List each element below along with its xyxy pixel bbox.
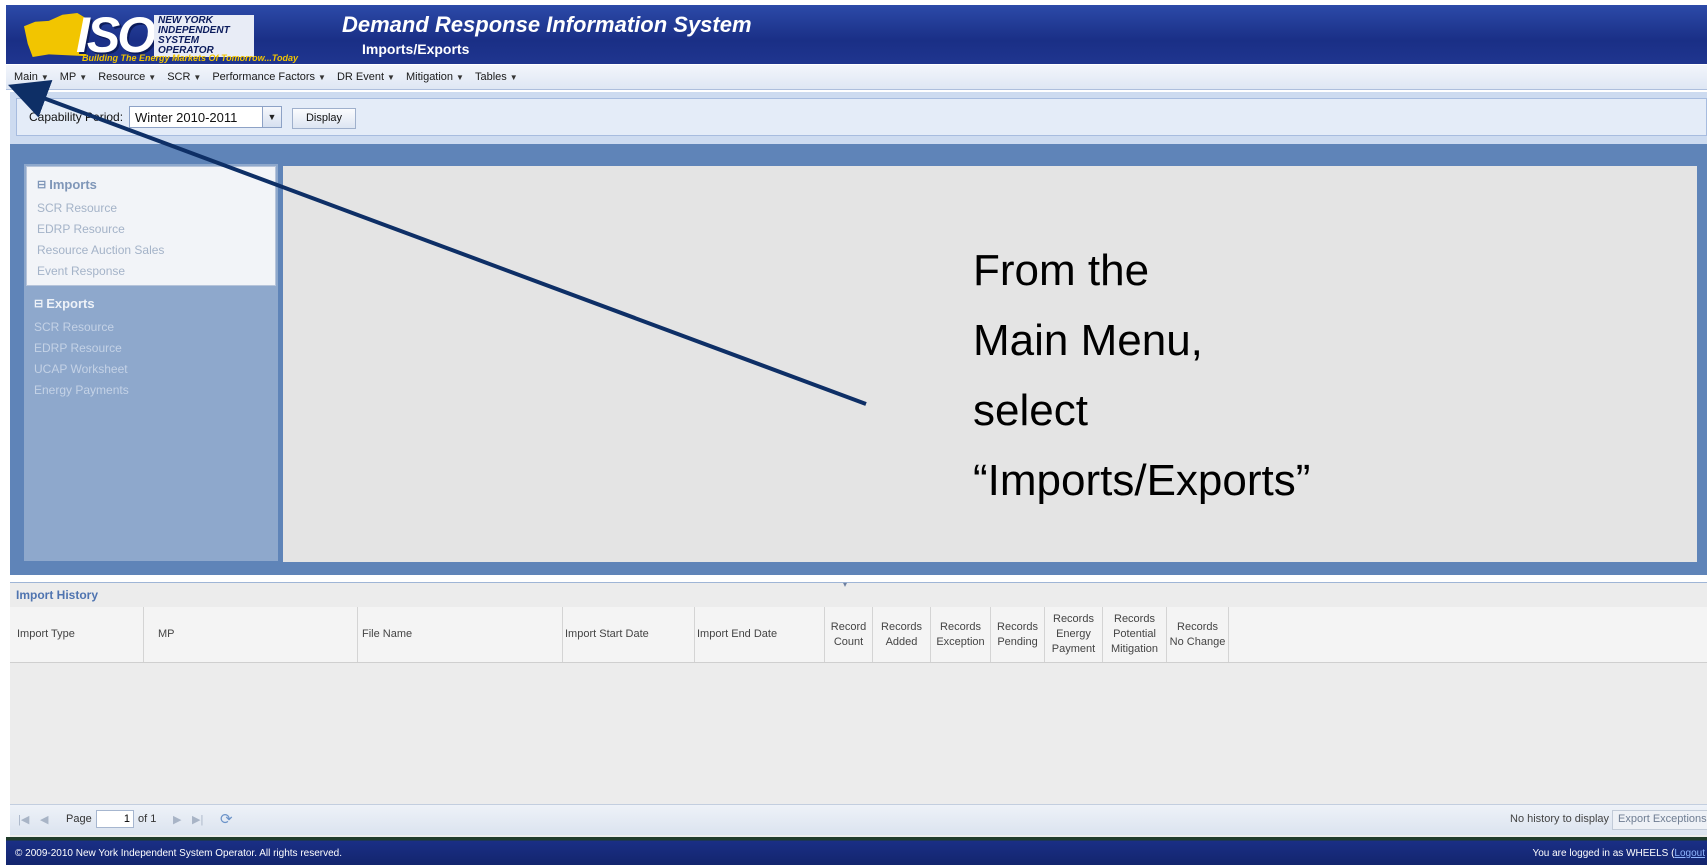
caret-down-icon: ▼ xyxy=(387,72,395,82)
exports-heading[interactable]: ⊟ Exports xyxy=(34,296,95,311)
toolbar-region: Capability Period: Winter 2010-2011 ▼ Di… xyxy=(10,92,1707,144)
caret-down-icon: ▼ xyxy=(509,72,518,82)
nav-imports-scr-resource[interactable]: SCR Resource xyxy=(37,201,117,215)
refresh-icon[interactable]: ⟳ xyxy=(220,810,233,828)
menu-main-label: Main xyxy=(14,71,38,83)
caret-down-icon: ▼ xyxy=(40,72,49,82)
menu-dr-event[interactable]: DR Event ▼ xyxy=(331,71,400,83)
col-record-count[interactable]: Record Count xyxy=(825,607,873,662)
menu-performance-factors-label: Performance Factors xyxy=(212,71,316,83)
main-menu-bar: Main ▼ MP ▼ Resource ▼ SCR ▼ Performance Fac… xyxy=(6,65,1707,90)
menu-tables[interactable]: Tables ▼ xyxy=(469,71,523,83)
footer: © 2009-2010 New York Independent System … xyxy=(6,837,1707,865)
next-page-icon[interactable]: ▶ xyxy=(173,813,181,826)
page-number-input[interactable] xyxy=(96,810,134,828)
nav-imports-resource-auction-sales[interactable]: Resource Auction Sales xyxy=(37,243,164,257)
menu-mitigation[interactable]: Mitigation ▼ xyxy=(400,71,469,83)
nyiso-logo: ISO NEW YORK INDEPENDENT SYSTEM OPERATOR… xyxy=(24,7,329,63)
grid-header: Import Type MP File Name Import Start Da… xyxy=(10,607,1707,663)
logged-in-text: You are logged in as WHEELS ( xyxy=(1532,848,1675,859)
page-subtitle: Imports/Exports xyxy=(362,41,470,57)
paging-status: No history to display xyxy=(1510,813,1610,825)
menu-mp-label: MP xyxy=(59,71,77,83)
import-history-panel: ▾ Import History Import Type MP File Nam… xyxy=(10,580,1707,838)
caret-down-icon: ▼ xyxy=(79,72,88,82)
imports-heading-label: Imports xyxy=(49,177,97,192)
col-records-potential-mitigation[interactable]: Records Potential Mitigation xyxy=(1103,607,1167,662)
col-mp[interactable]: MP xyxy=(144,607,358,662)
col-records-energy-payment[interactable]: Records Energy Payment xyxy=(1045,607,1103,662)
import-export-nav: ⊟ Imports SCR Resource EDRP Resource Res… xyxy=(24,164,278,561)
page-count-label: of 1 xyxy=(138,813,157,825)
logout-link[interactable]: Logout xyxy=(1674,848,1705,859)
import-history-title: Import History xyxy=(16,588,99,602)
annotation-line: From the xyxy=(973,246,1150,295)
col-import-start-date[interactable]: Import Start Date xyxy=(563,607,695,662)
caret-down-icon: ▼ xyxy=(318,72,326,82)
annotation-line: Main Menu, xyxy=(973,316,1203,365)
grid-body xyxy=(10,663,1707,796)
col-records-pending[interactable]: Records Pending xyxy=(991,607,1045,662)
imports-heading[interactable]: ⊟ Imports xyxy=(37,177,97,192)
menu-scr-label: SCR xyxy=(167,71,191,83)
menu-main[interactable]: Main ▼ xyxy=(6,71,54,83)
logo-org-text: NEW YORK INDEPENDENT SYSTEM OPERATOR xyxy=(154,15,254,57)
page-label: Page xyxy=(66,813,92,825)
caret-down-icon: ▼ xyxy=(193,72,202,82)
display-button[interactable]: Display xyxy=(292,108,356,129)
collapse-icon[interactable]: ⊟ xyxy=(37,178,46,191)
logo-tagline: Building The Energy Markets Of Tomorrow.… xyxy=(82,53,299,63)
import-export-panel: ⊟ Imports SCR Resource EDRP Resource Res… xyxy=(10,144,1707,575)
caret-down-icon: ▼ xyxy=(456,72,464,82)
nav-exports-edrp-resource[interactable]: EDRP Resource xyxy=(34,341,122,355)
menu-resource-label: Resource xyxy=(98,71,146,83)
capability-toolbar: Capability Period: Winter 2010-2011 ▼ Di… xyxy=(16,98,1707,136)
nav-imports-edrp-resource[interactable]: EDRP Resource xyxy=(37,222,125,236)
nav-exports-energy-payments[interactable]: Energy Payments xyxy=(34,383,129,397)
export-exceptions-button[interactable]: Export Exceptions xyxy=(1612,810,1707,830)
menu-tables-label: Tables xyxy=(474,71,507,83)
imports-section: ⊟ Imports SCR Resource EDRP Resource Res… xyxy=(26,166,276,286)
nav-exports-scr-resource[interactable]: SCR Resource xyxy=(34,320,114,334)
menu-dr-event-label: DR Event xyxy=(336,71,385,83)
paging-toolbar: |◀ ◀ Page of 1 ▶ ▶| ⟳ No history to disp… xyxy=(10,804,1707,835)
copyright-text: © 2009-2010 New York Independent System … xyxy=(15,848,343,859)
chevron-down-icon[interactable]: ▼ xyxy=(262,107,281,127)
menu-mitigation-label: Mitigation xyxy=(405,71,454,83)
capability-period-select[interactable]: Winter 2010-2011 ▼ xyxy=(129,106,282,128)
col-import-type[interactable]: Import Type xyxy=(10,607,144,662)
nav-imports-event-response[interactable]: Event Response xyxy=(37,264,125,278)
col-file-name[interactable]: File Name xyxy=(358,607,563,662)
collapse-icon[interactable]: ⊟ xyxy=(34,297,43,310)
col-records-exception[interactable]: Records Exception xyxy=(931,607,991,662)
nav-exports-ucap-worksheet[interactable]: UCAP Worksheet xyxy=(34,362,128,376)
content-pane: From the Main Menu, select “Imports/Expo… xyxy=(283,166,1697,562)
app-header: ISO NEW YORK INDEPENDENT SYSTEM OPERATOR… xyxy=(6,5,1707,64)
col-records-added[interactable]: Records Added xyxy=(873,607,931,662)
menu-performance-factors[interactable]: Performance Factors ▼ xyxy=(206,71,331,83)
previous-page-icon[interactable]: ◀ xyxy=(40,813,48,826)
col-records-no-change[interactable]: Records No Change xyxy=(1167,607,1229,662)
menu-scr[interactable]: SCR ▼ xyxy=(161,71,206,83)
annotation-line: “Imports/Exports” xyxy=(973,456,1311,505)
menu-resource[interactable]: Resource ▼ xyxy=(92,71,161,83)
col-import-end-date[interactable]: Import End Date xyxy=(695,607,825,662)
first-page-icon[interactable]: |◀ xyxy=(18,813,29,826)
exports-heading-label: Exports xyxy=(46,296,95,311)
capability-period-value: Winter 2010-2011 xyxy=(135,110,238,125)
caret-down-icon: ▼ xyxy=(148,72,157,82)
menu-mp[interactable]: MP ▼ xyxy=(54,71,92,83)
annotation-line: select xyxy=(973,386,1088,435)
login-status: You are logged in as WHEELS (Logout xyxy=(1532,848,1705,859)
app-title: Demand Response Information System xyxy=(342,12,752,37)
capability-period-label: Capability Period: xyxy=(29,110,124,124)
instruction-annotation: From the Main Menu, select “Imports/Expo… xyxy=(973,236,1310,516)
last-page-icon[interactable]: ▶| xyxy=(192,813,203,826)
